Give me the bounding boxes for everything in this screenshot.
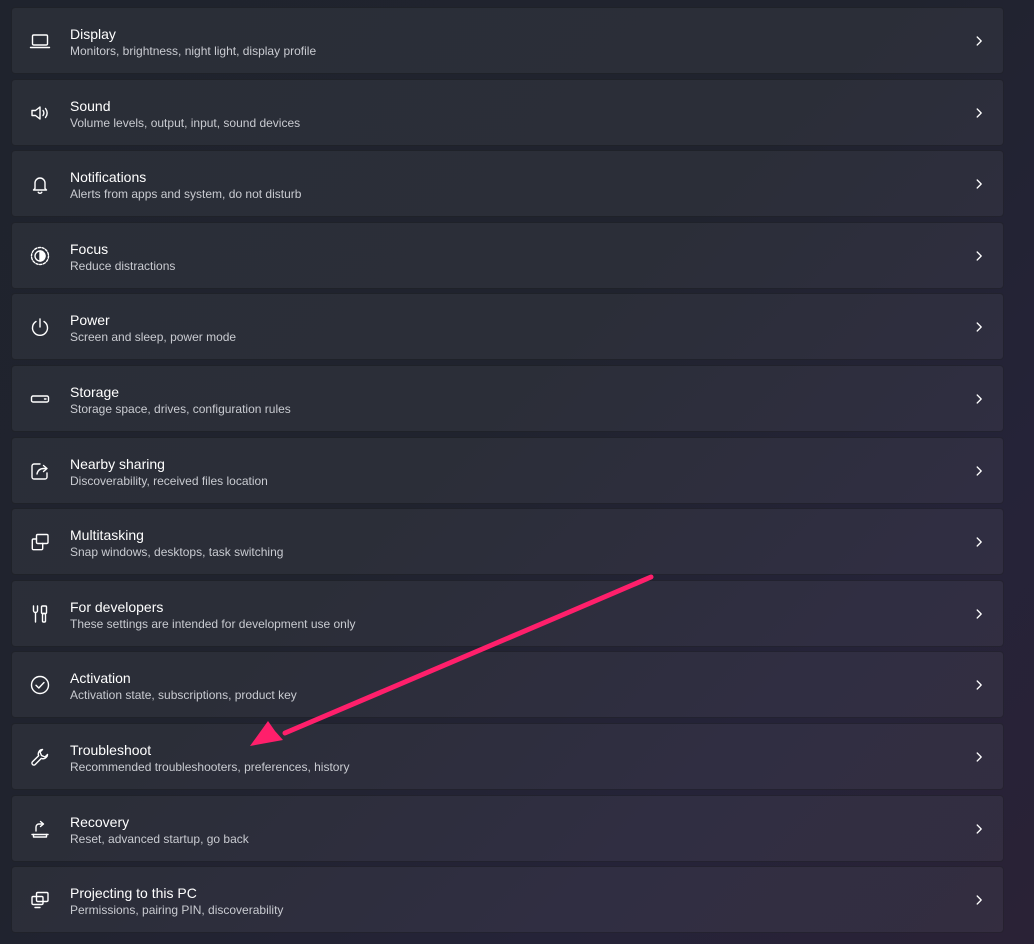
settings-item-power[interactable]: Power Screen and sleep, power mode (11, 293, 1004, 361)
chevron-right-icon (973, 536, 985, 548)
settings-item-projecting[interactable]: Projecting to this PC Permissions, pairin… (11, 866, 1004, 934)
focus-icon (29, 245, 51, 267)
settings-item-title: Recovery (70, 813, 130, 830)
settings-list: Display Monitors, brightness, night light… (11, 7, 1004, 938)
settings-item-text: Nearby sharing Discoverability, received … (70, 456, 268, 489)
settings-item-subtitle: Storage space, drives, configuration rul… (70, 401, 291, 416)
settings-item-activation[interactable]: Activation Activation state, subscription… (11, 651, 1004, 719)
settings-item-text: Multitasking Snap windows, desktops, task… (70, 527, 283, 560)
chevron-right-icon (973, 608, 985, 620)
settings-item-subtitle: Reset, advanced startup, go back (70, 831, 249, 846)
settings-item-subtitle: Snap windows, desktops, task switching (70, 545, 284, 560)
settings-item-notifications[interactable]: Notifications Alerts from apps and system… (11, 150, 1004, 218)
settings-item-title: Nearby sharing (70, 455, 165, 472)
developer-tools-icon (29, 603, 51, 625)
chevron-right-icon (973, 107, 985, 119)
settings-item-title: Projecting to this PC (70, 885, 197, 902)
settings-item-subtitle: Discoverability, received files location (70, 473, 268, 488)
settings-item-title: Power (70, 312, 110, 329)
chevron-right-icon (973, 823, 985, 835)
settings-item-recovery[interactable]: Recovery Reset, advanced startup, go back (11, 794, 1004, 862)
settings-item-text: Troubleshoot Recommended troubleshooters,… (70, 742, 349, 775)
settings-item-focus[interactable]: Focus Reduce distractions (11, 221, 1004, 289)
settings-item-subtitle: Recommended troubleshooters, preferences… (70, 759, 350, 774)
settings-item-subtitle: These settings are intended for developm… (70, 616, 356, 631)
settings-item-subtitle: Permissions, pairing PIN, discoverabilit… (70, 903, 284, 918)
settings-item-subtitle: Reduce distractions (70, 258, 176, 273)
projecting-icon (29, 889, 51, 911)
monitor-icon (29, 30, 51, 52)
settings-item-text: Focus Reduce distractions (70, 241, 175, 274)
bell-icon (29, 173, 51, 195)
chevron-right-icon (973, 679, 985, 691)
multitasking-icon (29, 531, 51, 553)
settings-item-title: Storage (70, 383, 120, 400)
settings-item-sound[interactable]: Sound Volume levels, output, input, sound… (11, 78, 1004, 146)
settings-item-title: Notifications (70, 169, 147, 186)
drive-icon (29, 388, 51, 410)
settings-item-text: Display Monitors, brightness, night light… (70, 26, 316, 59)
settings-item-subtitle: Alerts from apps and system, do not dist… (70, 187, 302, 202)
checkmark-circle-icon (29, 674, 51, 696)
settings-item-troubleshoot[interactable]: Troubleshoot Recommended troubleshooters,… (11, 722, 1004, 790)
settings-item-text: Projecting to this PC Permissions, pairin… (70, 885, 283, 918)
chevron-right-icon (973, 178, 985, 190)
settings-item-multitasking[interactable]: Multitasking Snap windows, desktops, task… (11, 508, 1004, 576)
settings-item-title: Sound (70, 97, 111, 114)
settings-item-storage[interactable]: Storage Storage space, drives, configurat… (11, 364, 1004, 432)
settings-item-display[interactable]: Display Monitors, brightness, night light… (11, 7, 1004, 74)
recovery-icon (29, 818, 51, 840)
chevron-right-icon (973, 321, 985, 333)
chevron-right-icon (973, 751, 985, 763)
settings-item-text: Power Screen and sleep, power mode (70, 312, 236, 345)
settings-item-text: Activation Activation state, subscription… (70, 670, 297, 703)
chevron-right-icon (973, 35, 985, 47)
chevron-right-icon (973, 393, 985, 405)
settings-item-title: Display (70, 26, 116, 42)
settings-item-text: Recovery Reset, advanced startup, go back (70, 814, 249, 847)
settings-item-title: Multitasking (70, 527, 144, 544)
settings-item-title: Troubleshoot (70, 741, 152, 758)
settings-item-subtitle: Activation state, subscriptions, product… (70, 688, 297, 703)
settings-item-text: For developers These settings are intende… (70, 599, 356, 632)
settings-item-title: Activation (70, 670, 131, 687)
speaker-icon (29, 102, 51, 124)
settings-item-text: Storage Storage space, drives, configurat… (70, 384, 291, 417)
chevron-right-icon (973, 250, 985, 262)
power-icon (29, 316, 51, 338)
settings-item-nearby-sharing[interactable]: Nearby sharing Discoverability, received … (11, 436, 1004, 504)
chevron-right-icon (973, 465, 985, 477)
settings-item-subtitle: Monitors, brightness, night light, displ… (70, 44, 317, 58)
settings-item-text: Sound Volume levels, output, input, sound… (70, 98, 300, 131)
chevron-right-icon (973, 894, 985, 906)
settings-item-subtitle: Screen and sleep, power mode (70, 330, 237, 345)
wrench-icon (29, 746, 51, 768)
settings-item-title: For developers (70, 598, 164, 615)
settings-item-title: Focus (70, 240, 109, 257)
share-icon (29, 460, 51, 482)
settings-item-for-developers[interactable]: For developers These settings are intende… (11, 579, 1004, 647)
settings-item-subtitle: Volume levels, output, input, sound devi… (70, 115, 301, 130)
settings-item-text: Notifications Alerts from apps and system… (70, 169, 301, 202)
